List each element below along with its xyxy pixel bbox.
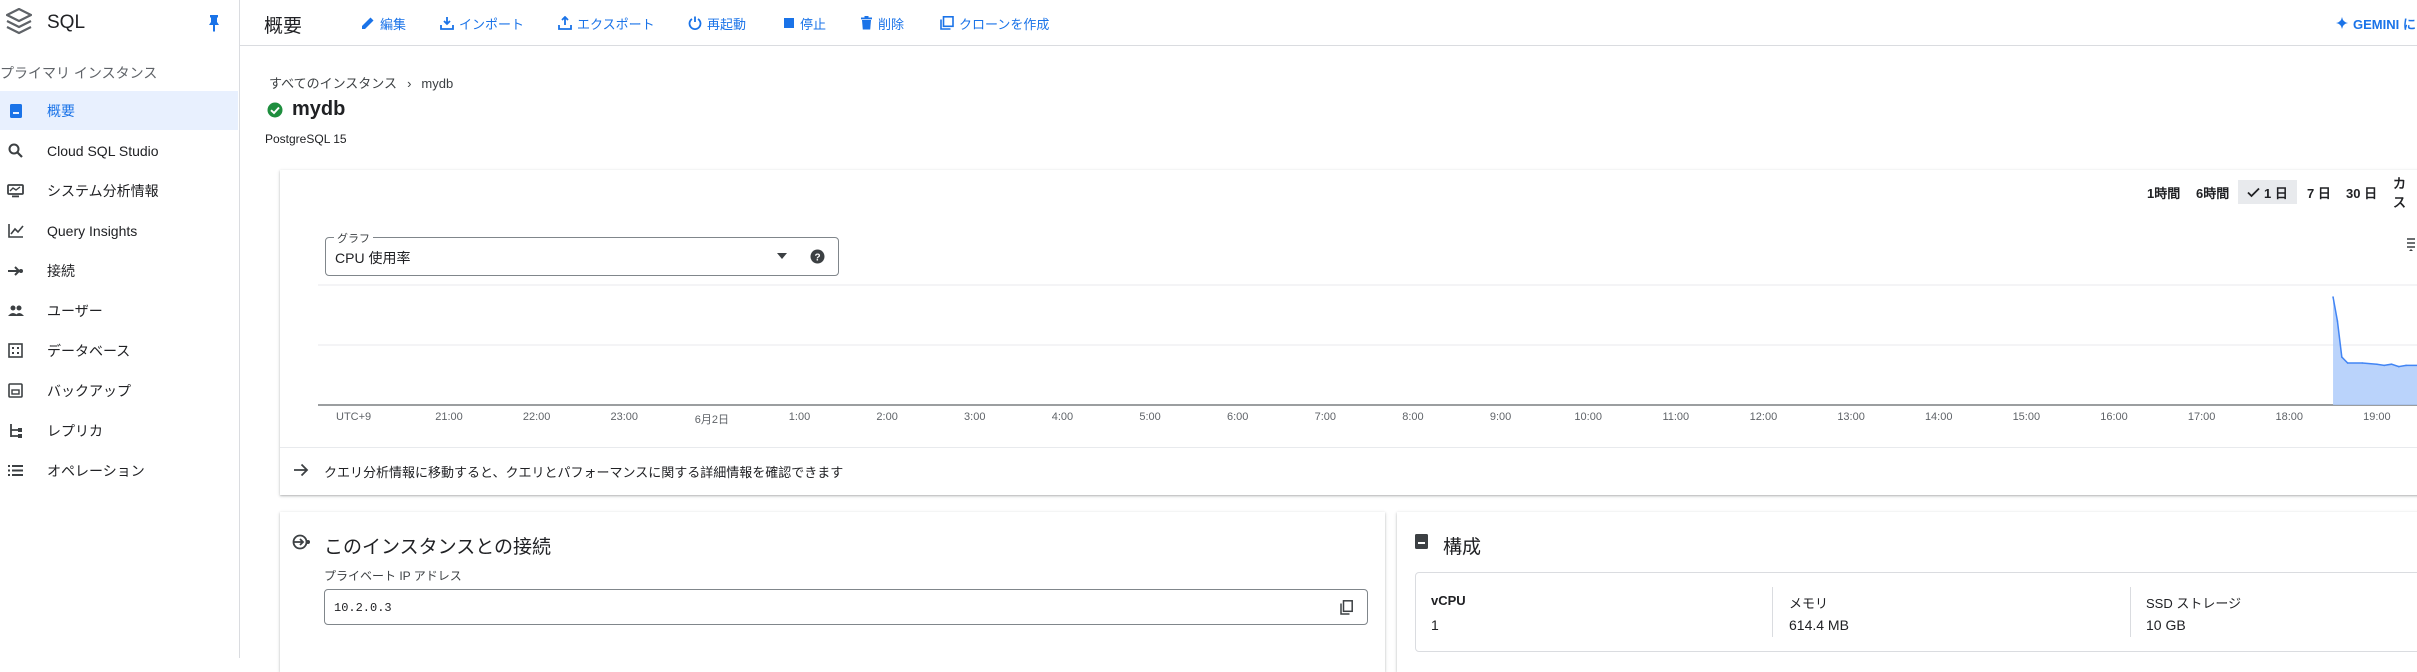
x-tick-label: 22:00 — [522, 411, 551, 423]
cpu-data-point — [2336, 320, 2339, 322]
sidebar-item-label: オペレーション — [47, 462, 145, 479]
spec-memory-label: メモリ — [1789, 596, 1829, 611]
x-tick-label: 6:00 — [1226, 411, 1249, 423]
x-tick-label: 9:00 — [1489, 411, 1512, 423]
x-tick-label: 5:00 — [1139, 411, 1161, 423]
x-tick-label: 10:00 — [1574, 411, 1602, 423]
ip-value: 10.2.0.3 — [334, 601, 392, 615]
cpu-data-point — [2376, 363, 2378, 366]
sidebar-item-operations[interactable]: オペレーション — [0, 451, 238, 490]
spec-memory-value: 614.4 MB — [1789, 617, 1849, 633]
ip-field-label: プライベート IP アドレス — [324, 569, 462, 583]
ip-field[interactable]: 10.2.0.3 — [324, 589, 1368, 625]
x-tick-label: 3:00 — [964, 411, 986, 423]
x-tick-label: 17:00 — [2187, 411, 2216, 423]
cpu-chart — [318, 284, 2417, 406]
copy-icon[interactable] — [1340, 600, 1353, 615]
connection-icon — [292, 534, 310, 550]
arrow-forward-icon[interactable] — [293, 462, 309, 478]
x-tick-label: 8:00 — [1402, 411, 1424, 423]
x-tick-label: 16:00 — [2100, 411, 2128, 423]
x-tick-label: 12:00 — [1749, 411, 1778, 423]
cpu-data-point — [2361, 362, 2364, 364]
config-spec-box — [1415, 572, 2417, 652]
insight-divider — [280, 447, 2417, 448]
config-title: 構成 — [1443, 537, 1482, 558]
spec-divider — [2130, 587, 2131, 637]
x-tick-label: 11:00 — [1662, 411, 1690, 423]
cpu-area-fill — [2333, 297, 2417, 405]
spec-storage-label: SSD ストレージ — [2146, 596, 2242, 611]
x-tick-label: 19:00 — [2363, 411, 2391, 423]
connection-title: このインスタンスとの接続 — [324, 537, 552, 558]
x-tick-label: 15:00 — [2012, 411, 2041, 423]
config-icon — [1415, 534, 1428, 549]
cpu-data-point — [2346, 362, 2349, 364]
spec-vcpu-value: 1 — [1431, 617, 1439, 633]
x-tick-label: 18:00 — [2275, 411, 2303, 423]
cpu-data-point — [2405, 364, 2407, 367]
cpu-data-point — [2390, 363, 2393, 366]
cpu-series-line — [2332, 296, 2417, 368]
cpu-data-point — [2332, 296, 2334, 298]
x-tick-label: 7:00 — [1314, 411, 1337, 423]
timezone-label: UTC+9 — [336, 411, 372, 423]
x-tick-label: 14:00 — [1924, 411, 1953, 423]
spec-storage-value: 10 GB — [2146, 617, 2186, 633]
x-tick-label: 1:00 — [788, 411, 811, 423]
x-tick-label: 6月2日 — [694, 414, 729, 426]
insight-link[interactable]: クエリ分析情報に移動すると、クエリとパフォーマンスに関する詳細情報を確認できます — [324, 462, 843, 481]
x-tick-label: 4:00 — [1051, 411, 1074, 423]
x-tick-label: 21:00 — [435, 411, 463, 423]
cpu-data-point — [2341, 356, 2343, 358]
cpu-data-point — [2383, 364, 2385, 367]
x-tick-label: 23:00 — [610, 411, 639, 423]
list-icon — [7, 462, 24, 479]
x-tick-label: 2:00 — [876, 411, 898, 423]
spec-vcpu-label: vCPU — [1431, 593, 1466, 608]
x-tick-label: 13:00 — [1837, 411, 1865, 423]
cpu-data-point — [2397, 365, 2400, 368]
spec-divider — [1772, 587, 1773, 637]
